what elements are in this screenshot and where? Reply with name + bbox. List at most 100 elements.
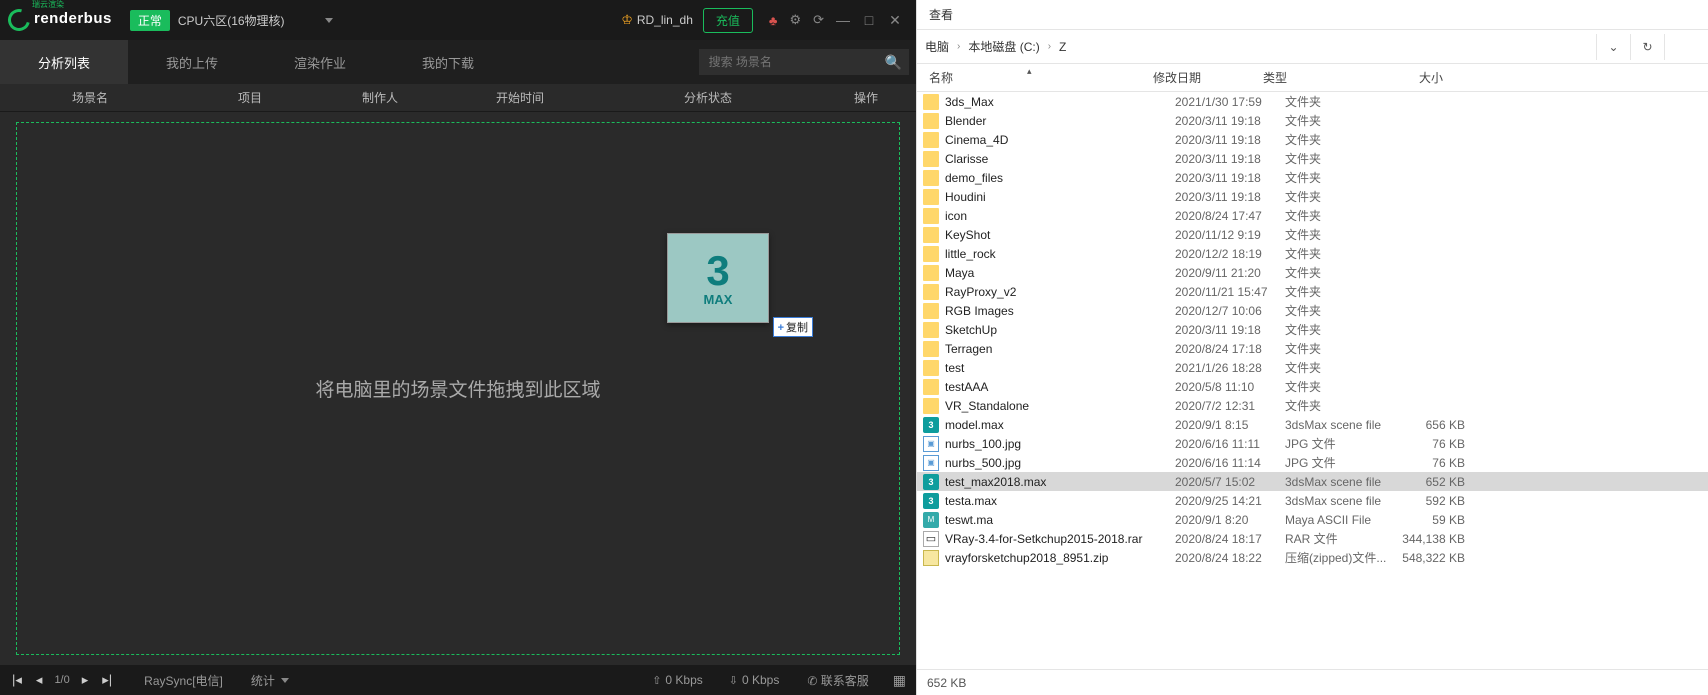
file-name: Terragen <box>945 342 1175 356</box>
ma-icon: M <box>923 512 939 528</box>
search-input[interactable] <box>699 49 909 75</box>
file-list[interactable]: 3ds_Max2021/1/30 17:59文件夹Blender2020/3/1… <box>917 92 1708 669</box>
file-type: JPG 文件 <box>1285 454 1395 471</box>
support-button[interactable]: ✆ 联系客服 <box>807 672 868 689</box>
zip-icon <box>923 550 939 566</box>
folder-icon <box>923 113 939 129</box>
col-creator[interactable]: 制作人 <box>320 89 440 106</box>
crumb-folder[interactable]: Z <box>1059 40 1066 54</box>
file-row[interactable]: 3ds_Max2021/1/30 17:59文件夹 <box>917 92 1708 111</box>
logo-text: renderbus <box>34 10 112 27</box>
header-type[interactable]: 类型 <box>1263 69 1373 86</box>
file-row[interactable]: 3model.max2020/9/1 8:153dsMax scene file… <box>917 415 1708 434</box>
file-name: 3ds_Max <box>945 95 1175 109</box>
col-action[interactable]: 操作 <box>816 89 916 106</box>
minimize-button[interactable]: — <box>834 12 852 28</box>
file-row[interactable]: test2021/1/26 18:28文件夹 <box>917 358 1708 377</box>
file-row[interactable]: icon2020/8/24 17:47文件夹 <box>917 206 1708 225</box>
file-row[interactable]: RayProxy_v22020/11/21 15:47文件夹 <box>917 282 1708 301</box>
crumb-drive[interactable]: 本地磁盘 (C:) <box>968 38 1039 55</box>
tab-my-uploads[interactable]: 我的上传 <box>128 40 256 84</box>
file-row[interactable]: ▣nurbs_500.jpg2020/6/16 11:14JPG 文件76 KB <box>917 453 1708 472</box>
file-row[interactable]: Houdini2020/3/11 19:18文件夹 <box>917 187 1708 206</box>
last-page-button[interactable]: ▸| <box>100 672 114 688</box>
dropdown-button[interactable]: ⌄ <box>1596 34 1630 60</box>
file-row[interactable]: RGB Images2020/12/7 10:06文件夹 <box>917 301 1708 320</box>
file-date: 2020/9/1 8:15 <box>1175 418 1285 432</box>
file-name: Cinema_4D <box>945 133 1175 147</box>
file-date: 2021/1/26 18:28 <box>1175 361 1285 375</box>
search-wrap: 🔍 <box>699 40 916 84</box>
file-size: 592 KB <box>1395 494 1485 508</box>
file-name: VRay-3.4-for-Setkchup2015-2018.rar <box>945 532 1175 546</box>
col-scene[interactable]: 场景名 <box>0 89 180 106</box>
file-row[interactable]: Mteswt.ma2020/9/1 8:20Maya ASCII File59 … <box>917 510 1708 529</box>
next-page-button[interactable]: ▸ <box>80 672 91 688</box>
prev-page-button[interactable]: ◂ <box>34 672 45 688</box>
username[interactable]: RD_lin_dh <box>637 13 693 27</box>
header-size[interactable]: 大小 <box>1373 69 1463 86</box>
crumb-pc[interactable]: 电脑 <box>925 38 949 55</box>
refresh-button[interactable]: ↻ <box>1630 34 1664 60</box>
file-row[interactable]: 3test_max2018.max2020/5/7 15:023dsMax sc… <box>917 472 1708 491</box>
logo-subtitle: 瑞云渲染 <box>32 0 112 10</box>
dropzone[interactable]: 将电脑里的场景文件拖拽到此区域 3 MAX +复制 <box>16 122 900 655</box>
grid-icon[interactable]: ▦ <box>893 672 906 689</box>
tab-my-downloads[interactable]: 我的下载 <box>384 40 512 84</box>
view-menu[interactable]: 查看 <box>929 6 953 23</box>
file-row[interactable]: vrayforsketchup2018_8951.zip2020/8/24 18… <box>917 548 1708 567</box>
sync-icon[interactable]: ⟳ <box>813 12 824 28</box>
file-row[interactable]: ▭VRay-3.4-for-Setkchup2015-2018.rar2020/… <box>917 529 1708 548</box>
recharge-button[interactable]: 充值 <box>703 8 753 33</box>
tab-analysis-list[interactable]: 分析列表 <box>0 40 128 84</box>
max-icon: 3 <box>923 493 939 509</box>
col-status[interactable]: 分析状态 <box>600 89 816 106</box>
col-project[interactable]: 项目 <box>180 89 320 106</box>
bell-icon[interactable]: ♣ <box>769 13 778 28</box>
download-speed: ⇩0 Kbps <box>729 673 780 687</box>
column-headers: 场景名 项目 制作人 开始时间 分析状态 操作 <box>0 84 916 112</box>
file-row[interactable]: Clarisse2020/3/11 19:18文件夹 <box>917 149 1708 168</box>
file-size: 548,322 KB <box>1395 551 1485 565</box>
raysync-label[interactable]: RaySync[电信] <box>144 672 223 689</box>
folder-icon <box>923 208 939 224</box>
gear-icon[interactable]: ⚙ <box>789 12 801 28</box>
file-row[interactable]: Maya2020/9/11 21:20文件夹 <box>917 263 1708 282</box>
file-row[interactable]: SketchUp2020/3/11 19:18文件夹 <box>917 320 1708 339</box>
file-row[interactable]: Cinema_4D2020/3/11 19:18文件夹 <box>917 130 1708 149</box>
tab-render-jobs[interactable]: 渲染作业 <box>256 40 384 84</box>
file-row[interactable]: little_rock2020/12/2 18:19文件夹 <box>917 244 1708 263</box>
file-row[interactable]: ▣nurbs_100.jpg2020/6/16 11:11JPG 文件76 KB <box>917 434 1708 453</box>
file-name: model.max <box>945 418 1175 432</box>
header-name[interactable]: 名称 <box>917 69 1153 86</box>
file-type: 文件夹 <box>1285 245 1395 262</box>
col-start[interactable]: 开始时间 <box>440 89 600 106</box>
file-type: 文件夹 <box>1285 378 1395 395</box>
file-row[interactable]: testAAA2020/5/8 11:10文件夹 <box>917 377 1708 396</box>
file-type: 3dsMax scene file <box>1285 475 1395 489</box>
file-row[interactable]: 3testa.max2020/9/25 14:213dsMax scene fi… <box>917 491 1708 510</box>
file-date: 2020/6/16 11:11 <box>1175 437 1285 451</box>
folder-icon <box>923 246 939 262</box>
stats-button[interactable]: 统计 <box>251 672 289 689</box>
file-name: Maya <box>945 266 1175 280</box>
file-row[interactable]: KeyShot2020/11/12 9:19文件夹 <box>917 225 1708 244</box>
search-icon[interactable]: 🔍 <box>885 54 902 71</box>
file-row[interactable]: VR_Standalone2020/7/2 12:31文件夹 <box>917 396 1708 415</box>
dragged-file[interactable]: 3 MAX +复制 <box>667 233 769 323</box>
maximize-button[interactable]: □ <box>860 12 878 28</box>
file-name: nurbs_500.jpg <box>945 456 1175 470</box>
file-date: 2020/5/8 11:10 <box>1175 380 1285 394</box>
file-row[interactable]: demo_files2020/3/11 19:18文件夹 <box>917 168 1708 187</box>
header-date[interactable]: 修改日期 <box>1153 69 1263 86</box>
search-pane[interactable] <box>1664 34 1708 60</box>
file-row[interactable]: Blender2020/3/11 19:18文件夹 <box>917 111 1708 130</box>
region-selector[interactable]: CPU六区(16物理核) <box>178 12 333 29</box>
file-date: 2020/5/7 15:02 <box>1175 475 1285 489</box>
close-button[interactable]: ✕ <box>886 12 904 29</box>
breadcrumb[interactable]: 电脑› 本地磁盘 (C:)› Z <box>917 38 1596 55</box>
first-page-button[interactable]: |◂ <box>10 672 24 688</box>
file-row[interactable]: Terragen2020/8/24 17:18文件夹 <box>917 339 1708 358</box>
file-type: 文件夹 <box>1285 302 1395 319</box>
file-name: icon <box>945 209 1175 223</box>
